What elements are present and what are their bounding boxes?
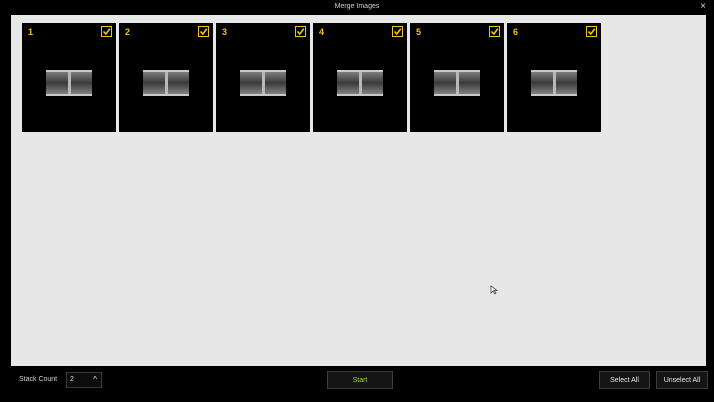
close-icon[interactable]: × — [700, 1, 706, 12]
mouse-pointer-icon — [490, 285, 498, 295]
xray-image — [434, 70, 480, 96]
image-thumbnail[interactable]: 3 — [216, 23, 310, 132]
image-thumbnail[interactable]: 2 — [119, 23, 213, 132]
image-grid-panel: 1 2 3 4 5 6 — [11, 15, 706, 366]
checkbox-checked-icon[interactable] — [489, 26, 500, 37]
thumbnail-number: 1 — [28, 27, 34, 37]
thumbnail-number: 3 — [222, 27, 228, 37]
title-bar: Merge Images × — [0, 0, 714, 14]
stack-count-stepper[interactable]: 2 ^ — [66, 372, 102, 388]
thumbnail-number: 4 — [319, 27, 325, 37]
unselect-all-button[interactable]: Unselect All — [656, 371, 708, 389]
start-button[interactable]: Start — [327, 371, 393, 389]
checkbox-checked-icon[interactable] — [295, 26, 306, 37]
xray-image — [337, 70, 383, 96]
stack-count-value[interactable]: 2 — [70, 376, 74, 383]
image-thumbnail[interactable]: 1 — [22, 23, 116, 132]
checkbox-checked-icon[interactable] — [586, 26, 597, 37]
checkbox-checked-icon[interactable] — [198, 26, 209, 37]
xray-image — [240, 70, 286, 96]
thumbnail-number: 5 — [416, 27, 422, 37]
thumbnail-number: 2 — [125, 27, 131, 37]
checkbox-checked-icon[interactable] — [392, 26, 403, 37]
stack-count-label: Stack Count — [19, 376, 58, 383]
image-thumbnail[interactable]: 4 — [313, 23, 407, 132]
xray-image — [143, 70, 189, 96]
thumbnail-number: 6 — [513, 27, 519, 37]
image-thumbnail[interactable]: 5 — [410, 23, 504, 132]
image-thumbnail[interactable]: 6 — [507, 23, 601, 132]
checkbox-checked-icon[interactable] — [101, 26, 112, 37]
chevron-up-icon[interactable]: ^ — [93, 375, 97, 384]
select-all-button[interactable]: Select All — [599, 371, 650, 389]
xray-image — [46, 70, 92, 96]
xray-image — [531, 70, 577, 96]
window-title: Merge Images — [334, 3, 380, 10]
